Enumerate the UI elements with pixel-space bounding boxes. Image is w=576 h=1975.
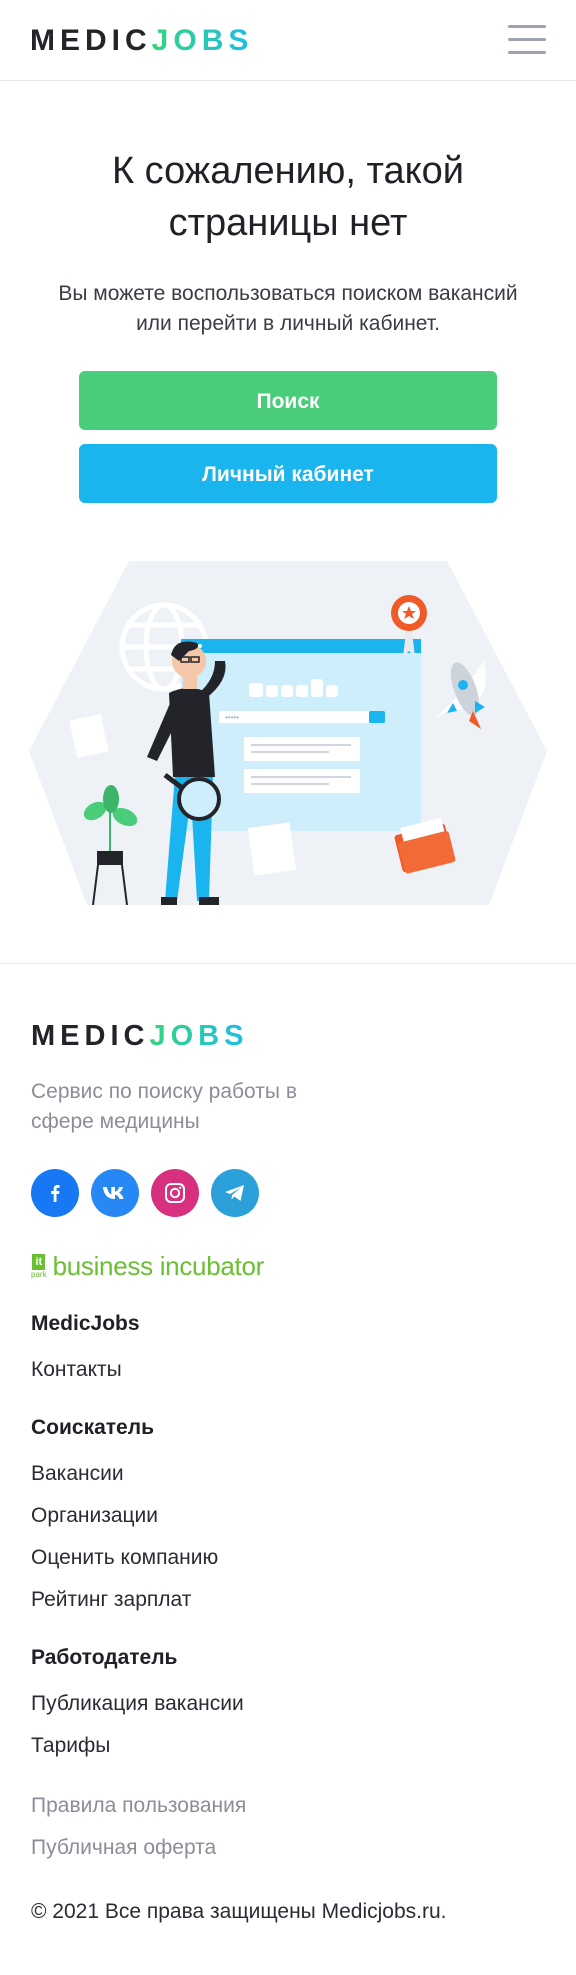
instagram-icon [165,1183,185,1203]
footer-link-contacts[interactable]: Контакты [31,1357,545,1383]
footer-logo-text-jobs: JOBS [149,1020,249,1052]
vk-link[interactable] [91,1169,139,1217]
footer-logo[interactable]: MEDICJOBS [31,1022,545,1051]
footer-section-employer: Работодатель Публикация вакансии Тарифы [31,1645,545,1759]
facebook-link[interactable] [31,1169,79,1217]
footer-section-title: Работодатель [31,1646,178,1669]
footer-tagline: Сервис по поиску работы в сфере медицины [31,1080,297,1133]
footer-link-post-vacancy[interactable]: Публикация вакансии [31,1691,545,1717]
not-found-section: К сожалению, такой страницы нет Вы может… [0,81,576,503]
partner-name: business incubator [52,1251,265,1281]
footer-logo-text-medic: MEDIC [31,1020,150,1052]
social-links [31,1169,545,1217]
footer-section-title: MedicJobs [31,1312,140,1335]
facebook-icon [51,1185,60,1202]
footer-link-tariffs[interactable]: Тарифы [31,1733,545,1759]
footer-link-organizations[interactable]: Организации [31,1503,545,1529]
it-park-badge-sub: park [31,1270,47,1279]
page-subtitle: Вы можете воспользоваться поиском ваканс… [58,282,518,335]
footer-section-job-seeker: Соискатель Вакансии Организации Оценить … [31,1415,545,1613]
copyright-text: © 2021 Все права защищены Medicjobs.ru. [31,1900,447,1923]
menu-icon[interactable] [508,25,546,55]
not-found-illustration: ••••• [29,561,547,905]
instagram-link[interactable] [151,1169,199,1217]
footer-section-medicjobs: MedicJobs Контакты [31,1311,545,1383]
logo-text-medic: MEDIC [30,24,152,57]
personal-cabinet-button[interactable]: Личный кабинет [79,444,497,503]
paper-icon [247,822,297,876]
illustration-svg: ••••• [29,561,547,905]
page-title: К сожалению, такой страницы нет [111,150,465,244]
site-footer: MEDICJOBS Сервис по поиску работы в сфер… [0,1022,576,1925]
footer-link-public-offer[interactable]: Публичная оферта [31,1835,545,1861]
illustration-search-bar [219,711,369,723]
footer-link-vacancies[interactable]: Вакансии [31,1461,545,1487]
footer-link-rate-company[interactable]: Оценить компанию [31,1545,545,1571]
vk-icon [103,1187,124,1199]
telegram-link[interactable] [211,1169,259,1217]
footer-divider [0,963,576,964]
logo[interactable]: MEDICJOBS [30,26,253,56]
search-button[interactable]: Поиск [79,371,497,430]
it-park-badge: it [32,1254,46,1270]
site-header: MEDICJOBS [0,0,576,81]
illustration-search-placeholder: ••••• [225,713,239,722]
footer-link-terms-of-use[interactable]: Правила пользования [31,1793,545,1819]
footer-link-salary-rating[interactable]: Рейтинг зарплат [31,1587,545,1613]
footer-section-title: Соискатель [31,1416,154,1439]
partner-logo[interactable]: it park business incubator [31,1253,545,1279]
logo-text-jobs: JOBS [151,24,254,57]
telegram-icon [225,1185,244,1201]
magnifier-icon [177,777,221,821]
